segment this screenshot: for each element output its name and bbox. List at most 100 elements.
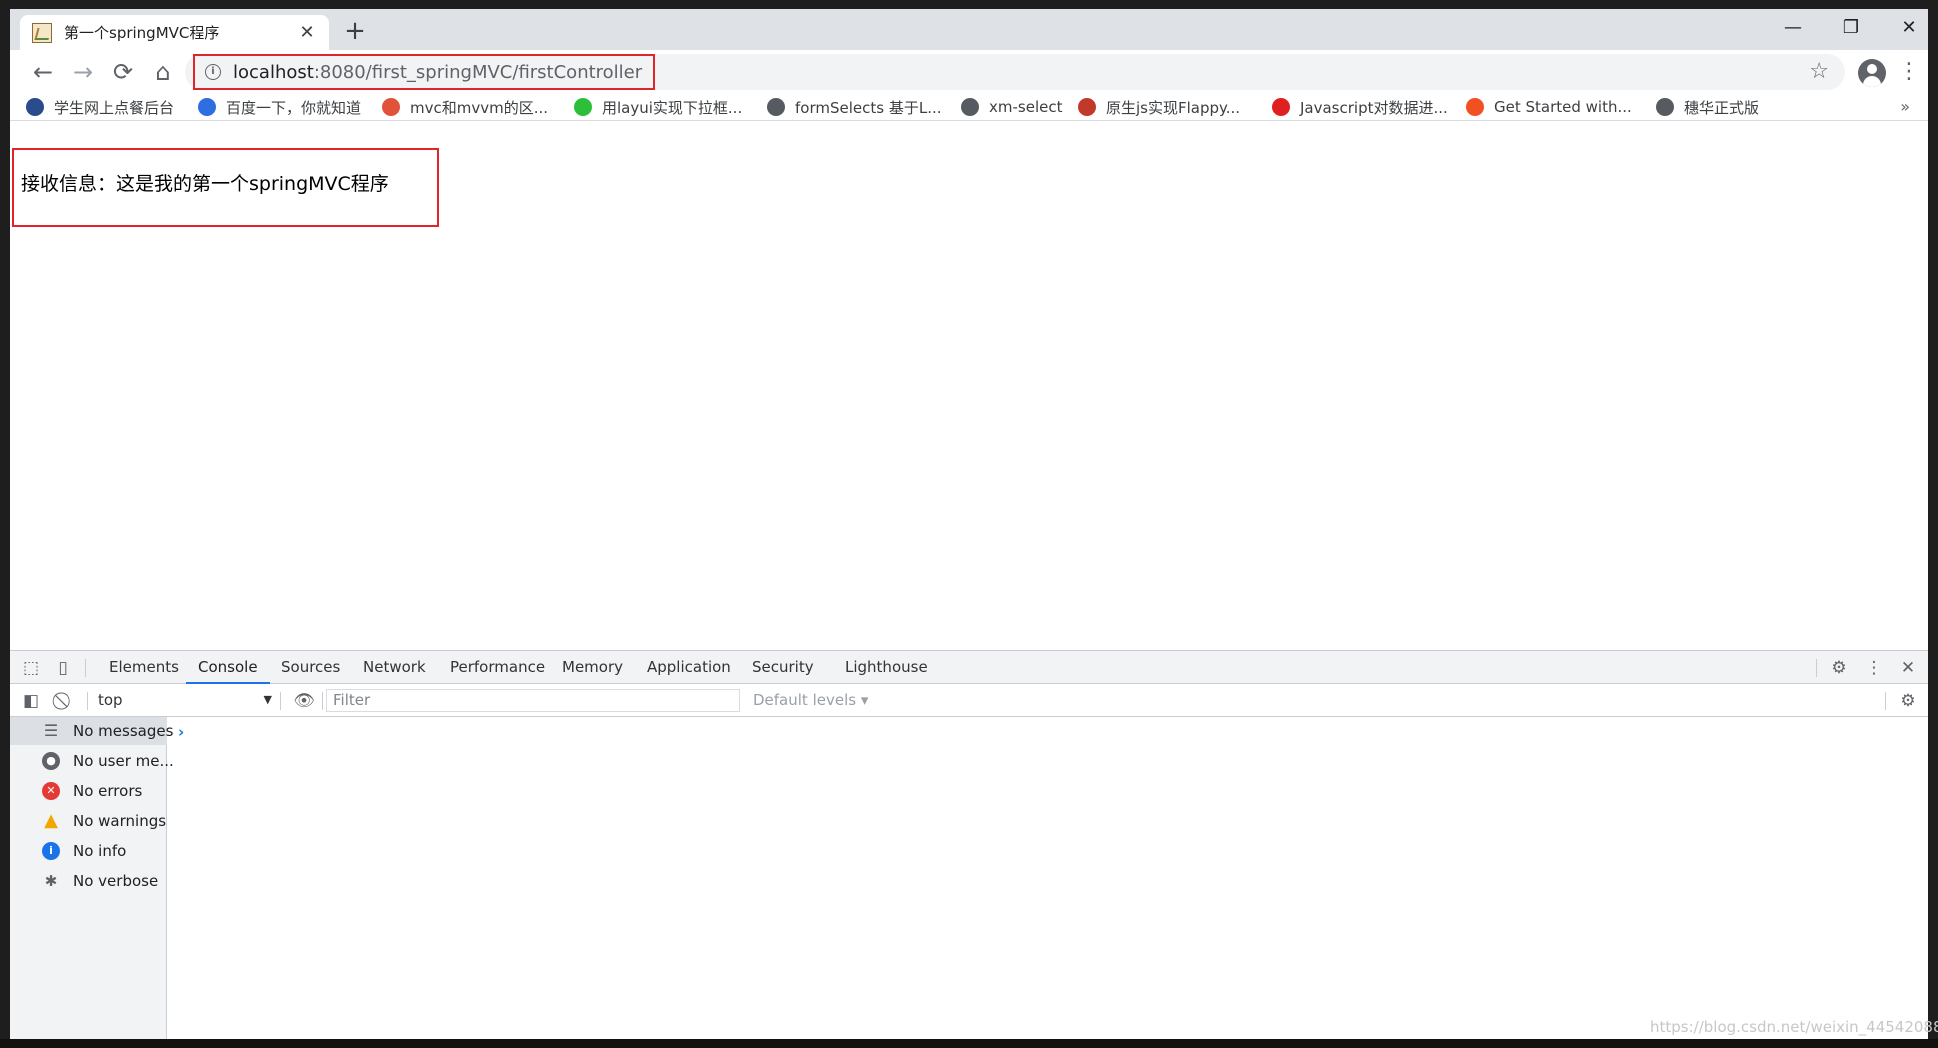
divider: [280, 692, 281, 710]
devtools-menu-icon[interactable]: ⋮: [1863, 657, 1885, 679]
bookmark-favicon-icon: [1656, 98, 1674, 116]
tab-lighthouse[interactable]: Lighthouse: [845, 651, 928, 684]
tab-security[interactable]: Security: [752, 651, 814, 684]
url-text[interactable]: localhost:8080/first_springMVC/firstCont…: [233, 62, 642, 83]
console-settings-icon[interactable]: ⚙: [1897, 690, 1919, 712]
bookmark-favicon-icon: [961, 98, 979, 116]
bookmark-favicon-icon: [1078, 98, 1096, 116]
bookmark-label: formSelects 基于L...: [795, 98, 942, 117]
divider: [87, 692, 88, 710]
address-bar[interactable]: i localhost:8080/first_springMVC/firstCo…: [185, 54, 1845, 90]
sidebar-item-info[interactable]: i No info: [10, 837, 167, 865]
profile-avatar-icon[interactable]: [1858, 59, 1886, 87]
tab-application[interactable]: Application: [647, 651, 731, 684]
bookmark-favicon-icon: [767, 98, 785, 116]
live-expression-eye-icon[interactable]: 👁: [293, 690, 315, 712]
tab-strip: 第一个springMVC程序 ✕ + — ❐ ✕: [10, 9, 1928, 50]
close-tab-icon[interactable]: ✕: [297, 22, 317, 43]
site-info-icon[interactable]: i: [205, 64, 221, 80]
divider: [1885, 692, 1886, 710]
browser-tab[interactable]: 第一个springMVC程序 ✕: [20, 15, 329, 50]
page-favicon-icon: [32, 22, 52, 43]
new-tab-button[interactable]: +: [340, 17, 370, 47]
tab-network[interactable]: Network: [363, 651, 426, 684]
devtools-settings-icon[interactable]: ⚙: [1828, 657, 1850, 679]
sidebar-item-label: No errors: [73, 782, 143, 800]
received-message: 接收信息：这是我的第一个springMVC程序: [12, 148, 439, 227]
browser-window: 第一个springMVC程序 ✕ + — ❐ ✕ ← → ⟳ ⌂ i local…: [10, 9, 1928, 1039]
console-filter-input[interactable]: Filter: [326, 689, 740, 712]
reload-button[interactable]: ⟳: [106, 55, 140, 89]
bookmark-label: Javascript对数据进...: [1300, 98, 1448, 117]
log-levels-dropdown[interactable]: Default levels ▾: [753, 689, 868, 712]
back-button[interactable]: ←: [26, 55, 60, 89]
bookmark-item[interactable]: 原生js实现Flappy...: [1078, 95, 1240, 119]
close-window-button[interactable]: ✕: [1886, 13, 1928, 43]
context-selector[interactable]: top ▼: [98, 689, 272, 711]
bookmark-item[interactable]: 学生网上点餐后台: [26, 95, 174, 119]
sidebar-toggle-icon[interactable]: ◧: [20, 690, 42, 712]
clear-console-icon[interactable]: ⃠: [54, 690, 76, 712]
inspect-element-icon[interactable]: ⬚: [20, 657, 42, 679]
console-filter-bar: ◧ ⃠ top ▼ 👁 Filter Default levels ▾ ⚙: [10, 684, 1928, 717]
divider: [322, 692, 323, 710]
devtools-panel: ⬚ ▯ Elements Console Sources Network Per…: [10, 650, 1928, 1039]
bookmark-item[interactable]: 百度一下，你就知道: [198, 95, 361, 119]
error-icon: ✕: [42, 782, 60, 800]
tab-memory[interactable]: Memory: [562, 651, 623, 684]
bookmark-favicon-icon: [574, 98, 592, 116]
bookmark-item[interactable]: 用layui实现下拉框...: [574, 95, 742, 119]
bookmark-label: 用layui实现下拉框...: [602, 98, 743, 117]
bookmark-label: mvc和mvvm的区...: [410, 98, 549, 117]
tab-sources[interactable]: Sources: [281, 651, 340, 684]
bookmark-favicon-icon: [198, 98, 216, 116]
bookmark-item[interactable]: formSelects 基于L...: [767, 95, 942, 119]
user-icon: ●: [42, 752, 60, 770]
bookmark-item[interactable]: Javascript对数据进...: [1272, 95, 1448, 119]
forward-button[interactable]: →: [66, 55, 100, 89]
tab-title: 第一个springMVC程序: [64, 24, 220, 42]
watermark: https://blog.csdn.net/weixin_44542088: [1650, 1018, 1938, 1036]
bookmark-label: Get Started with...: [1494, 98, 1632, 116]
bookmark-label: 学生网上点餐后台: [54, 98, 175, 117]
sidebar-item-label: No verbose: [73, 872, 159, 890]
bookmark-item[interactable]: 穗华正式版: [1656, 95, 1759, 119]
bookmark-item[interactable]: xm-select: [961, 95, 1062, 119]
list-icon: ☰: [43, 721, 59, 740]
browser-menu-icon[interactable]: ⋮: [1898, 58, 1920, 86]
sidebar-item-verbose[interactable]: ✱ No verbose: [10, 867, 167, 895]
sidebar-item-user-messages[interactable]: ● No user me...: [10, 747, 174, 775]
bookmark-item[interactable]: mvc和mvvm的区...: [382, 95, 548, 119]
bookmark-star-icon[interactable]: ☆: [1809, 58, 1829, 86]
sidebar-item-errors[interactable]: ✕ No errors: [10, 777, 167, 805]
bookmark-label: 穗华正式版: [1684, 98, 1760, 117]
tab-elements[interactable]: Elements: [109, 651, 179, 684]
maximize-button[interactable]: ❐: [1828, 13, 1874, 43]
warning-icon: ▲: [44, 810, 58, 831]
devtools-tab-bar: ⬚ ▯ Elements Console Sources Network Per…: [10, 651, 1928, 684]
url-path: :8080/first_springMVC/firstController: [313, 61, 643, 83]
tab-console[interactable]: Console: [186, 651, 270, 684]
console-prompt-icon[interactable]: ›: [178, 723, 184, 741]
device-toolbar-icon[interactable]: ▯: [52, 657, 74, 679]
minimize-button[interactable]: —: [1770, 13, 1816, 43]
sidebar-item-warnings[interactable]: ▲ No warnings: [10, 807, 167, 835]
url-host: localhost: [233, 61, 314, 83]
sidebar-item-messages[interactable]: ☰ No messages: [10, 717, 173, 745]
taskbar-strip: [0, 1039, 1938, 1048]
sidebar-item-label: No user me...: [73, 752, 174, 770]
bookmark-favicon-icon: [382, 98, 400, 116]
bookmark-favicon-icon: [1466, 98, 1484, 116]
tab-performance[interactable]: Performance: [450, 651, 545, 684]
bookmark-favicon-icon: [26, 98, 44, 116]
divider: [85, 659, 86, 677]
bookmarks-bar: 学生网上点餐后台 百度一下，你就知道 mvc和mvvm的区... 用layui实…: [10, 93, 1928, 121]
dropdown-arrow-icon: ▼: [263, 693, 272, 706]
more-bookmarks-icon[interactable]: »: [1900, 95, 1910, 119]
bookmark-item[interactable]: Get Started with...: [1466, 95, 1632, 119]
close-devtools-icon[interactable]: ✕: [1897, 657, 1919, 679]
context-value: top: [98, 691, 123, 709]
home-button[interactable]: ⌂: [146, 55, 180, 89]
info-icon: i: [42, 842, 60, 860]
url-highlight-box[interactable]: i localhost:8080/first_springMVC/firstCo…: [193, 54, 655, 90]
